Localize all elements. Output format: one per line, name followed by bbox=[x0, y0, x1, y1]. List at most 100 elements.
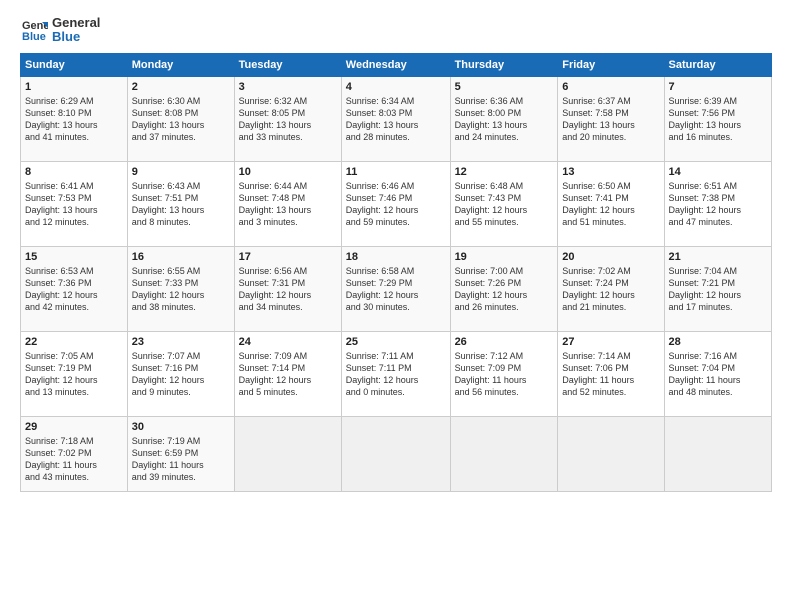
day-number: 23 bbox=[132, 336, 230, 348]
calendar-cell: 4 Sunrise: 6:34 AMSunset: 8:03 PMDaylight… bbox=[341, 76, 450, 161]
col-header-wednesday: Wednesday bbox=[341, 53, 450, 76]
day-number: 11 bbox=[346, 166, 446, 178]
logo-icon: General Blue bbox=[20, 16, 48, 44]
calendar-cell: 11 Sunrise: 6:46 AMSunset: 7:46 PMDayligh… bbox=[341, 161, 450, 246]
day-content: Sunrise: 7:19 AMSunset: 6:59 PMDaylight:… bbox=[132, 435, 230, 484]
day-number: 18 bbox=[346, 251, 446, 263]
day-number: 28 bbox=[669, 336, 767, 348]
day-number: 7 bbox=[669, 81, 767, 93]
day-content: Sunrise: 6:29 AMSunset: 8:10 PMDaylight:… bbox=[25, 95, 123, 144]
day-number: 4 bbox=[346, 81, 446, 93]
day-content: Sunrise: 7:04 AMSunset: 7:21 PMDaylight:… bbox=[669, 265, 767, 314]
day-content: Sunrise: 6:44 AMSunset: 7:48 PMDaylight:… bbox=[239, 180, 337, 229]
day-content: Sunrise: 7:14 AMSunset: 7:06 PMDaylight:… bbox=[562, 350, 659, 399]
calendar-cell: 30 Sunrise: 7:19 AMSunset: 6:59 PMDayligh… bbox=[127, 416, 234, 491]
calendar-cell: 27 Sunrise: 7:14 AMSunset: 7:06 PMDayligh… bbox=[558, 331, 664, 416]
day-number: 24 bbox=[239, 336, 337, 348]
day-number: 19 bbox=[455, 251, 554, 263]
day-content: Sunrise: 6:34 AMSunset: 8:03 PMDaylight:… bbox=[346, 95, 446, 144]
day-number: 20 bbox=[562, 251, 659, 263]
day-content: Sunrise: 7:12 AMSunset: 7:09 PMDaylight:… bbox=[455, 350, 554, 399]
calendar-cell: 8Sunrise: 6:41 AMSunset: 7:53 PMDaylight… bbox=[21, 161, 128, 246]
calendar-cell: 22Sunrise: 7:05 AMSunset: 7:19 PMDayligh… bbox=[21, 331, 128, 416]
day-content: Sunrise: 6:30 AMSunset: 8:08 PMDaylight:… bbox=[132, 95, 230, 144]
calendar-cell bbox=[558, 416, 664, 491]
day-content: Sunrise: 6:46 AMSunset: 7:46 PMDaylight:… bbox=[346, 180, 446, 229]
day-number: 13 bbox=[562, 166, 659, 178]
calendar-cell: 9 Sunrise: 6:43 AMSunset: 7:51 PMDaylight… bbox=[127, 161, 234, 246]
day-content: Sunrise: 6:51 AMSunset: 7:38 PMDaylight:… bbox=[669, 180, 767, 229]
day-number: 30 bbox=[132, 421, 230, 433]
day-content: Sunrise: 6:43 AMSunset: 7:51 PMDaylight:… bbox=[132, 180, 230, 229]
day-number: 6 bbox=[562, 81, 659, 93]
day-content: Sunrise: 6:32 AMSunset: 8:05 PMDaylight:… bbox=[239, 95, 337, 144]
col-header-thursday: Thursday bbox=[450, 53, 558, 76]
calendar-cell bbox=[450, 416, 558, 491]
day-number: 2 bbox=[132, 81, 230, 93]
calendar-cell: 13 Sunrise: 6:50 AMSunset: 7:41 PMDayligh… bbox=[558, 161, 664, 246]
calendar-cell bbox=[341, 416, 450, 491]
calendar-cell bbox=[234, 416, 341, 491]
calendar-cell: 23 Sunrise: 7:07 AMSunset: 7:16 PMDayligh… bbox=[127, 331, 234, 416]
day-content: Sunrise: 7:16 AMSunset: 7:04 PMDaylight:… bbox=[669, 350, 767, 399]
day-content: Sunrise: 7:02 AMSunset: 7:24 PMDaylight:… bbox=[562, 265, 659, 314]
day-number: 14 bbox=[669, 166, 767, 178]
day-number: 25 bbox=[346, 336, 446, 348]
day-content: Sunrise: 6:37 AMSunset: 7:58 PMDaylight:… bbox=[562, 95, 659, 144]
col-header-tuesday: Tuesday bbox=[234, 53, 341, 76]
page: General Blue General Blue SundayMondayTu… bbox=[0, 0, 792, 612]
calendar-cell: 5Sunrise: 6:36 AMSunset: 8:00 PMDaylight… bbox=[450, 76, 558, 161]
day-content: Sunrise: 6:55 AMSunset: 7:33 PMDaylight:… bbox=[132, 265, 230, 314]
col-header-friday: Friday bbox=[558, 53, 664, 76]
calendar-week-4: 22Sunrise: 7:05 AMSunset: 7:19 PMDayligh… bbox=[21, 331, 772, 416]
day-number: 17 bbox=[239, 251, 337, 263]
day-content: Sunrise: 6:56 AMSunset: 7:31 PMDaylight:… bbox=[239, 265, 337, 314]
calendar-cell: 10Sunrise: 6:44 AMSunset: 7:48 PMDayligh… bbox=[234, 161, 341, 246]
calendar-week-5: 29 Sunrise: 7:18 AMSunset: 7:02 PMDayligh… bbox=[21, 416, 772, 491]
day-content: Sunrise: 6:36 AMSunset: 8:00 PMDaylight:… bbox=[455, 95, 554, 144]
calendar-cell: 25Sunrise: 7:11 AMSunset: 7:11 PMDayligh… bbox=[341, 331, 450, 416]
day-number: 16 bbox=[132, 251, 230, 263]
day-content: Sunrise: 6:39 AMSunset: 7:56 PMDaylight:… bbox=[669, 95, 767, 144]
day-number: 15 bbox=[25, 251, 123, 263]
calendar-week-1: 1 Sunrise: 6:29 AMSunset: 8:10 PMDaylight… bbox=[21, 76, 772, 161]
calendar-cell: 24 Sunrise: 7:09 AMSunset: 7:14 PMDayligh… bbox=[234, 331, 341, 416]
calendar-cell: 15 Sunrise: 6:53 AMSunset: 7:36 PMDayligh… bbox=[21, 246, 128, 331]
svg-text:Blue: Blue bbox=[22, 31, 46, 43]
day-number: 29 bbox=[25, 421, 123, 433]
day-content: Sunrise: 7:09 AMSunset: 7:14 PMDaylight:… bbox=[239, 350, 337, 399]
day-number: 21 bbox=[669, 251, 767, 263]
calendar-cell: 17 Sunrise: 6:56 AMSunset: 7:31 PMDayligh… bbox=[234, 246, 341, 331]
calendar-cell: 6 Sunrise: 6:37 AMSunset: 7:58 PMDaylight… bbox=[558, 76, 664, 161]
calendar-cell: 29 Sunrise: 7:18 AMSunset: 7:02 PMDayligh… bbox=[21, 416, 128, 491]
day-number: 12 bbox=[455, 166, 554, 178]
calendar-cell: 21 Sunrise: 7:04 AMSunset: 7:21 PMDayligh… bbox=[664, 246, 771, 331]
day-number: 3 bbox=[239, 81, 337, 93]
calendar-cell: 19Sunrise: 7:00 AMSunset: 7:26 PMDayligh… bbox=[450, 246, 558, 331]
calendar-cell: 14 Sunrise: 6:51 AMSunset: 7:38 PMDayligh… bbox=[664, 161, 771, 246]
calendar-cell: 12 Sunrise: 6:48 AMSunset: 7:43 PMDayligh… bbox=[450, 161, 558, 246]
day-content: Sunrise: 7:05 AMSunset: 7:19 PMDaylight:… bbox=[25, 350, 123, 399]
day-content: Sunrise: 6:53 AMSunset: 7:36 PMDaylight:… bbox=[25, 265, 123, 314]
calendar-week-3: 15 Sunrise: 6:53 AMSunset: 7:36 PMDayligh… bbox=[21, 246, 772, 331]
day-content: Sunrise: 6:50 AMSunset: 7:41 PMDaylight:… bbox=[562, 180, 659, 229]
calendar-cell: 26 Sunrise: 7:12 AMSunset: 7:09 PMDayligh… bbox=[450, 331, 558, 416]
day-content: Sunrise: 6:41 AMSunset: 7:53 PMDaylight:… bbox=[25, 180, 123, 229]
day-content: Sunrise: 6:48 AMSunset: 7:43 PMDaylight:… bbox=[455, 180, 554, 229]
calendar-cell: 3 Sunrise: 6:32 AMSunset: 8:05 PMDaylight… bbox=[234, 76, 341, 161]
calendar-header-row: SundayMondayTuesdayWednesdayThursdayFrid… bbox=[21, 53, 772, 76]
day-number: 26 bbox=[455, 336, 554, 348]
header: General Blue General Blue bbox=[20, 16, 772, 45]
day-number: 9 bbox=[132, 166, 230, 178]
calendar-cell: 1 Sunrise: 6:29 AMSunset: 8:10 PMDaylight… bbox=[21, 76, 128, 161]
day-content: Sunrise: 6:58 AMSunset: 7:29 PMDaylight:… bbox=[346, 265, 446, 314]
calendar-cell: 28 Sunrise: 7:16 AMSunset: 7:04 PMDayligh… bbox=[664, 331, 771, 416]
calendar-cell: 18 Sunrise: 6:58 AMSunset: 7:29 PMDayligh… bbox=[341, 246, 450, 331]
calendar-cell: 16 Sunrise: 6:55 AMSunset: 7:33 PMDayligh… bbox=[127, 246, 234, 331]
calendar-cell: 20 Sunrise: 7:02 AMSunset: 7:24 PMDayligh… bbox=[558, 246, 664, 331]
day-content: Sunrise: 7:07 AMSunset: 7:16 PMDaylight:… bbox=[132, 350, 230, 399]
day-number: 27 bbox=[562, 336, 659, 348]
day-number: 1 bbox=[25, 81, 123, 93]
day-content: Sunrise: 7:18 AMSunset: 7:02 PMDaylight:… bbox=[25, 435, 123, 484]
col-header-saturday: Saturday bbox=[664, 53, 771, 76]
